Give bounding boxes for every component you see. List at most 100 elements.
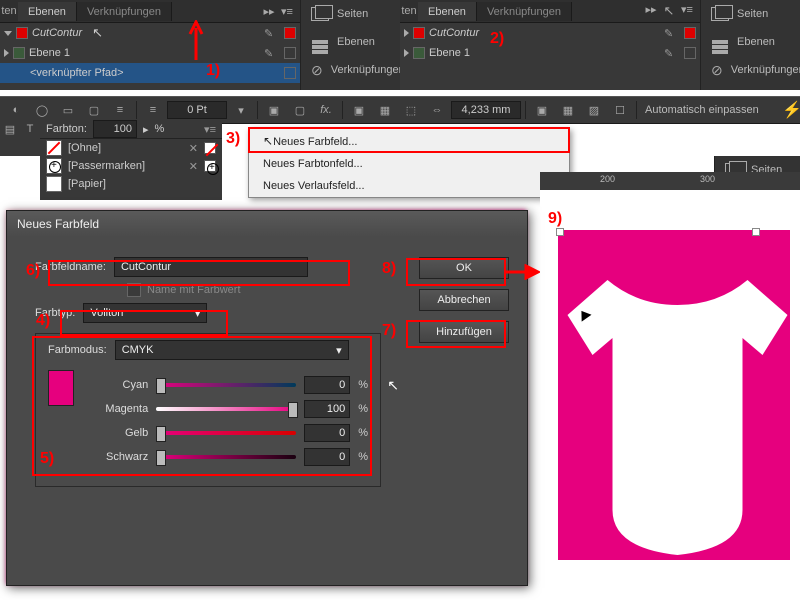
farbton-caret[interactable]: ▸ xyxy=(143,123,149,136)
cyan-slider[interactable] xyxy=(156,379,296,391)
layer-ebene1[interactable]: Ebene 1 ✎ xyxy=(0,43,300,63)
tool-btn[interactable]: ≡ xyxy=(141,99,165,121)
name-with-value-checkbox[interactable] xyxy=(127,283,141,297)
farbmodus-select[interactable]: CMYK▾ xyxy=(115,340,349,360)
schwarz-slider[interactable] xyxy=(156,451,296,463)
farbton-value[interactable]: 100 xyxy=(93,120,137,138)
side-panel-right: Seiten Ebenen ⊘Verknüpfungen xyxy=(700,0,800,90)
farbtyp-select[interactable]: Vollton▾ xyxy=(83,303,207,323)
magenta-slider[interactable] xyxy=(156,403,296,415)
tool-btn[interactable]: ▢ xyxy=(82,99,106,121)
name-input[interactable] xyxy=(114,257,308,277)
layers-icon xyxy=(711,34,729,50)
none-icon xyxy=(204,142,216,154)
chevron-icon[interactable]: ▸▸ xyxy=(262,5,276,18)
tool-btn[interactable]: ▢ xyxy=(288,99,312,121)
dropdown-icon[interactable]: ▾ xyxy=(229,99,253,121)
selection-handle[interactable] xyxy=(752,228,760,236)
schwarz-value[interactable] xyxy=(304,448,350,466)
fx-btn[interactable]: fx. xyxy=(314,99,338,121)
tool-btn[interactable]: ◐ xyxy=(4,99,28,121)
layer-cutcontur[interactable]: CutContur ↖ ✎ xyxy=(0,23,300,43)
ok-button[interactable]: OK xyxy=(419,257,509,279)
layer-select-indicator xyxy=(684,47,696,59)
expand-icon[interactable] xyxy=(4,31,12,36)
link-icon: ⊘ xyxy=(311,62,323,78)
pct: % xyxy=(155,123,165,135)
tab-ebenen[interactable]: Ebenen xyxy=(418,2,477,21)
cancel-button[interactable]: Abbrechen xyxy=(419,289,509,311)
panel-prefix: ten xyxy=(0,5,18,17)
fill-swatch[interactable]: ▤ xyxy=(0,120,20,138)
menu-neues-farbtonfeld[interactable]: Neues Farbtonfeld... xyxy=(249,153,569,175)
add-button[interactable]: Hinzufügen xyxy=(419,321,509,343)
tool-btn[interactable]: ⇔ xyxy=(425,99,449,121)
side-panel-left: Seiten Ebenen ⊘Verknüpfungen xyxy=(300,0,401,90)
tool-btn[interactable]: ▣ xyxy=(347,99,371,121)
expand-icon[interactable] xyxy=(404,49,409,57)
swatches-context-menu: ↖Neues Farbfeld... Neues Farbtonfeld... … xyxy=(248,128,570,198)
layer-label: CutContur xyxy=(429,27,479,39)
layer-label: Ebene 1 xyxy=(29,47,70,59)
swatch-papier[interactable]: [Papier] xyxy=(40,175,222,193)
side-ebenen[interactable]: Ebenen xyxy=(701,28,800,56)
layer-ebene1[interactable]: Ebene 1 ✎ xyxy=(400,43,700,63)
menu-icon[interactable]: ▾≡ xyxy=(680,3,694,19)
cursor-icon: ↖ xyxy=(92,25,103,41)
tab-verknuepf[interactable]: Verknüpfungen xyxy=(77,2,172,21)
tool-btn[interactable]: ◯ xyxy=(30,99,54,121)
magenta-value[interactable] xyxy=(304,400,350,418)
pencil-icon[interactable]: ✎ xyxy=(264,47,276,59)
auto-fit-label[interactable]: Automatisch einpassen xyxy=(641,104,763,116)
left-tool-strip: ▤ T xyxy=(0,120,40,156)
tool-btn[interactable]: ☐ xyxy=(608,99,632,121)
swatch-none[interactable]: [Ohne]✕ xyxy=(40,139,222,157)
chevron-icon[interactable]: ▸▸ xyxy=(644,3,658,19)
menu-neues-farbfeld[interactable]: ↖Neues Farbfeld... xyxy=(249,129,569,153)
tool-btn[interactable]: ▦ xyxy=(373,99,397,121)
flash-icon[interactable]: ⚡ xyxy=(780,99,800,121)
layer-select-indicator xyxy=(684,27,696,39)
swatch-passer[interactable]: [Passermarken]✕ xyxy=(40,157,222,175)
tool-btn[interactable]: ▭ xyxy=(56,99,80,121)
pct: % xyxy=(358,379,368,391)
layers-icon xyxy=(311,34,329,50)
tab-ebenen[interactable]: Ebenen xyxy=(18,2,77,21)
type-tool-icon[interactable]: T xyxy=(20,120,40,138)
side-verknuepf[interactable]: ⊘Verknüpfungen xyxy=(701,56,800,84)
icon[interactable]: ▾≡ xyxy=(204,123,216,136)
pencil-icon[interactable]: ✎ xyxy=(264,27,276,39)
gelb-value[interactable] xyxy=(304,424,350,442)
pages-icon xyxy=(711,6,729,22)
tab-verknuepf[interactable]: Verknüpfungen xyxy=(477,2,572,21)
side-verknuepf[interactable]: ⊘Verknüpfungen xyxy=(301,56,401,84)
tool-btn[interactable]: ⬚ xyxy=(399,99,423,121)
tool-btn[interactable]: ▨ xyxy=(582,99,606,121)
side-ebenen[interactable]: Ebenen xyxy=(301,28,401,56)
menu-icon[interactable]: ▾≡ xyxy=(280,5,294,18)
panel-prefix: ten xyxy=(400,5,418,17)
measure-field[interactable]: 4,233 mm xyxy=(451,101,521,119)
cyan-value[interactable] xyxy=(304,376,350,394)
pencil-icon[interactable]: ✎ xyxy=(664,47,676,59)
side-seiten[interactable]: Seiten xyxy=(301,0,401,28)
expand-icon[interactable] xyxy=(404,29,409,37)
layer-cutcontur[interactable]: CutContur ✎ xyxy=(400,23,700,43)
menu-neues-verlaufsfeld[interactable]: Neues Verlaufsfeld... xyxy=(249,175,569,197)
layer-child[interactable]: <verknüpfter Pfad> xyxy=(0,63,300,83)
side-seiten[interactable]: Seiten xyxy=(701,0,800,28)
tool-btn[interactable]: ▦ xyxy=(556,99,580,121)
shirt-shape[interactable] xyxy=(565,260,790,560)
label: Seiten xyxy=(737,8,768,20)
selection-handle[interactable] xyxy=(556,228,564,236)
tool-btn[interactable]: ▣ xyxy=(262,99,286,121)
annotation-arrow-right xyxy=(504,264,540,280)
stroke-weight-field[interactable]: 0 Pt xyxy=(167,101,227,119)
tool-btn[interactable]: ▣ xyxy=(530,99,554,121)
gelb-slider[interactable] xyxy=(156,427,296,439)
pencil-icon[interactable]: ✎ xyxy=(664,27,676,39)
tool-btn[interactable]: ≡ xyxy=(108,99,132,121)
expand-icon[interactable] xyxy=(4,49,9,57)
label: Verknüpfungen xyxy=(331,64,405,76)
slider-label: Schwarz xyxy=(88,451,148,463)
